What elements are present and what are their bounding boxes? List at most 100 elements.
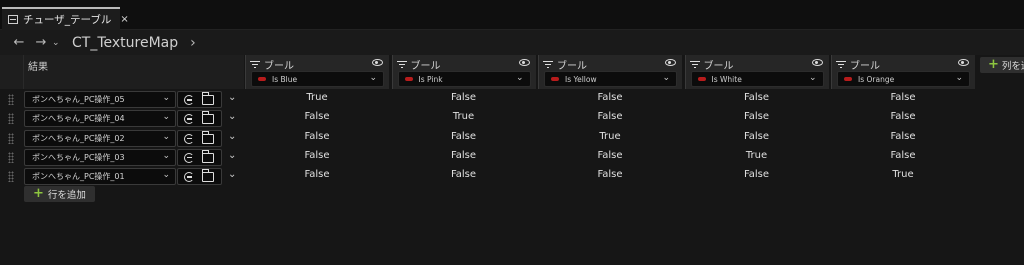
result-select[interactable]: ポンへちゃん_PC操作_02 ⌄ xyxy=(24,129,176,147)
expand-chevron-icon[interactable]: ⌄ xyxy=(228,111,236,122)
use-selected-asset-icon[interactable] xyxy=(184,133,194,144)
use-selected-asset-icon[interactable] xyxy=(184,114,194,125)
bool-cell[interactable]: False xyxy=(685,131,829,142)
asset-tools xyxy=(177,129,222,147)
bool-cell[interactable]: True xyxy=(392,111,536,122)
bool-cell[interactable]: False xyxy=(831,111,975,122)
column-type: ブール xyxy=(689,57,734,72)
bool-cell[interactable]: True xyxy=(685,150,829,161)
filter-icon[interactable] xyxy=(689,60,700,69)
bool-cell[interactable]: False xyxy=(538,111,682,122)
bool-cell[interactable]: True xyxy=(245,92,389,103)
column-header[interactable]: ブール Is Pink ⌄ xyxy=(391,55,536,89)
bool-cell[interactable]: False xyxy=(831,150,975,161)
asset-tools xyxy=(177,110,222,128)
filter-icon[interactable] xyxy=(836,60,846,69)
column-property-select[interactable]: Is Pink ⌄ xyxy=(397,71,531,87)
close-icon[interactable]: × xyxy=(120,14,128,25)
breadcrumb-arrow-icon[interactable]: › xyxy=(190,35,196,51)
bool-cell[interactable]: False xyxy=(245,169,389,180)
bool-type-pill xyxy=(697,77,706,81)
column-property-select[interactable]: Is Yellow ⌄ xyxy=(544,71,677,87)
bool-cell[interactable]: False xyxy=(538,92,682,103)
filter-icon[interactable] xyxy=(543,60,553,69)
add-column-button[interactable]: + 列を追加 xyxy=(980,57,1024,73)
drag-handle-icon[interactable] xyxy=(8,94,14,105)
result-select[interactable]: ポンへちゃん_PC操作_01 ⌄ xyxy=(24,168,176,186)
breadcrumb[interactable]: CT_TextureMap xyxy=(72,35,178,51)
column-header[interactable]: ブール Is Orange ⌄ xyxy=(831,55,975,89)
bool-cell[interactable]: False xyxy=(538,169,682,180)
expand-chevron-icon[interactable]: ⌄ xyxy=(228,150,236,161)
result-label: ポンへちゃん_PC操作_04 xyxy=(32,114,125,124)
forward-arrow-icon[interactable]: → xyxy=(30,35,52,50)
browse-folder-icon[interactable] xyxy=(201,111,214,125)
tab-chooser-table[interactable]: チューザ_テーブル × xyxy=(2,7,129,30)
column-type: ブール xyxy=(250,57,294,72)
bool-cell[interactable]: True xyxy=(538,131,682,142)
table-row: ポンへちゃん_PC操作_05 ⌄ ⌄ True False False False False xyxy=(0,90,1024,109)
result-select[interactable]: ポンへちゃん_PC操作_04 ⌄ xyxy=(24,110,176,128)
add-row-button[interactable]: + 行を追加 xyxy=(24,186,95,202)
browse-folder-icon[interactable] xyxy=(201,130,214,144)
bool-cell[interactable]: False xyxy=(392,131,536,142)
use-selected-asset-icon[interactable] xyxy=(184,152,194,163)
bool-type-pill xyxy=(844,77,852,81)
drag-handle-icon[interactable] xyxy=(8,171,14,183)
bool-cell[interactable]: False xyxy=(392,150,536,161)
column-property-label: Is Pink xyxy=(418,74,443,84)
back-arrow-icon[interactable]: ← xyxy=(8,35,30,50)
browse-folder-icon[interactable] xyxy=(201,149,214,163)
tab-label: チューザ_テーブル xyxy=(23,14,112,26)
use-selected-asset-icon[interactable] xyxy=(184,95,194,105)
eye-icon[interactable] xyxy=(958,59,969,66)
bool-cell[interactable]: False xyxy=(685,92,829,103)
bool-cell[interactable]: False xyxy=(245,131,389,142)
column-header[interactable]: ブール Is White ⌄ xyxy=(684,55,829,89)
column-type-label: ブール xyxy=(410,61,441,72)
result-select[interactable]: ポンへちゃん_PC操作_03 ⌄ xyxy=(24,148,176,166)
column-header[interactable]: ブール Is Yellow ⌄ xyxy=(538,55,682,89)
chevron-down-icon: ⌄ xyxy=(808,73,817,83)
expand-chevron-icon[interactable]: ⌄ xyxy=(228,92,236,103)
chooser-table-grid: 結果 ブール Is Blue ⌄ ブール Is Pink ⌄ ブール Is Yellow ⌄ ブー… xyxy=(0,55,1024,265)
drag-handle-icon[interactable] xyxy=(8,113,14,125)
eye-icon[interactable] xyxy=(372,59,383,66)
expand-chevron-icon[interactable]: ⌄ xyxy=(228,131,236,142)
column-property-select[interactable]: Is White ⌄ xyxy=(690,71,824,87)
bool-cell[interactable]: False xyxy=(538,150,682,161)
column-property-select[interactable]: Is Blue ⌄ xyxy=(251,71,384,87)
result-label: ポンへちゃん_PC操作_02 xyxy=(32,133,125,143)
bool-cell[interactable]: False xyxy=(392,169,536,180)
bool-cell[interactable]: False xyxy=(245,111,389,122)
table-row: ポンへちゃん_PC操作_02 ⌄ ⌄ False False True False False xyxy=(0,129,1024,148)
eye-icon[interactable] xyxy=(518,59,530,66)
bool-cell[interactable]: False xyxy=(685,111,829,122)
bool-cell[interactable]: False xyxy=(685,169,829,180)
bool-cell[interactable]: False xyxy=(831,92,975,103)
column-property-select[interactable]: Is Orange ⌄ xyxy=(837,71,970,87)
chevron-down-icon: ⌄ xyxy=(662,73,670,83)
drag-handle-icon[interactable] xyxy=(8,132,14,144)
expand-chevron-icon[interactable]: ⌄ xyxy=(228,169,236,180)
use-selected-asset-icon[interactable] xyxy=(184,172,194,183)
bool-cell[interactable]: True xyxy=(831,169,975,180)
column-header[interactable]: ブール Is Blue ⌄ xyxy=(245,55,389,89)
chevron-down-icon: ⌄ xyxy=(162,150,170,161)
column-type: ブール xyxy=(396,57,441,72)
eye-icon[interactable] xyxy=(811,59,823,66)
column-property-label: Is White xyxy=(711,74,742,84)
drag-handle-icon[interactable] xyxy=(8,151,14,163)
history-dropdown-icon[interactable]: ⌄ xyxy=(52,38,66,48)
bool-cell[interactable]: False xyxy=(831,131,975,142)
bool-cell[interactable]: False xyxy=(392,92,536,103)
table-row: ポンへちゃん_PC操作_01 ⌄ ⌄ False False False False True xyxy=(0,167,1024,186)
filter-icon[interactable] xyxy=(250,60,260,69)
browse-folder-icon[interactable] xyxy=(201,169,214,183)
bool-cell[interactable]: False xyxy=(245,150,389,161)
result-select[interactable]: ポンへちゃん_PC操作_05 ⌄ xyxy=(24,91,176,108)
filter-icon[interactable] xyxy=(396,60,407,69)
browse-folder-icon[interactable] xyxy=(201,92,214,105)
eye-icon[interactable] xyxy=(665,59,676,66)
add-column-label: 列を追加 xyxy=(1001,61,1024,72)
